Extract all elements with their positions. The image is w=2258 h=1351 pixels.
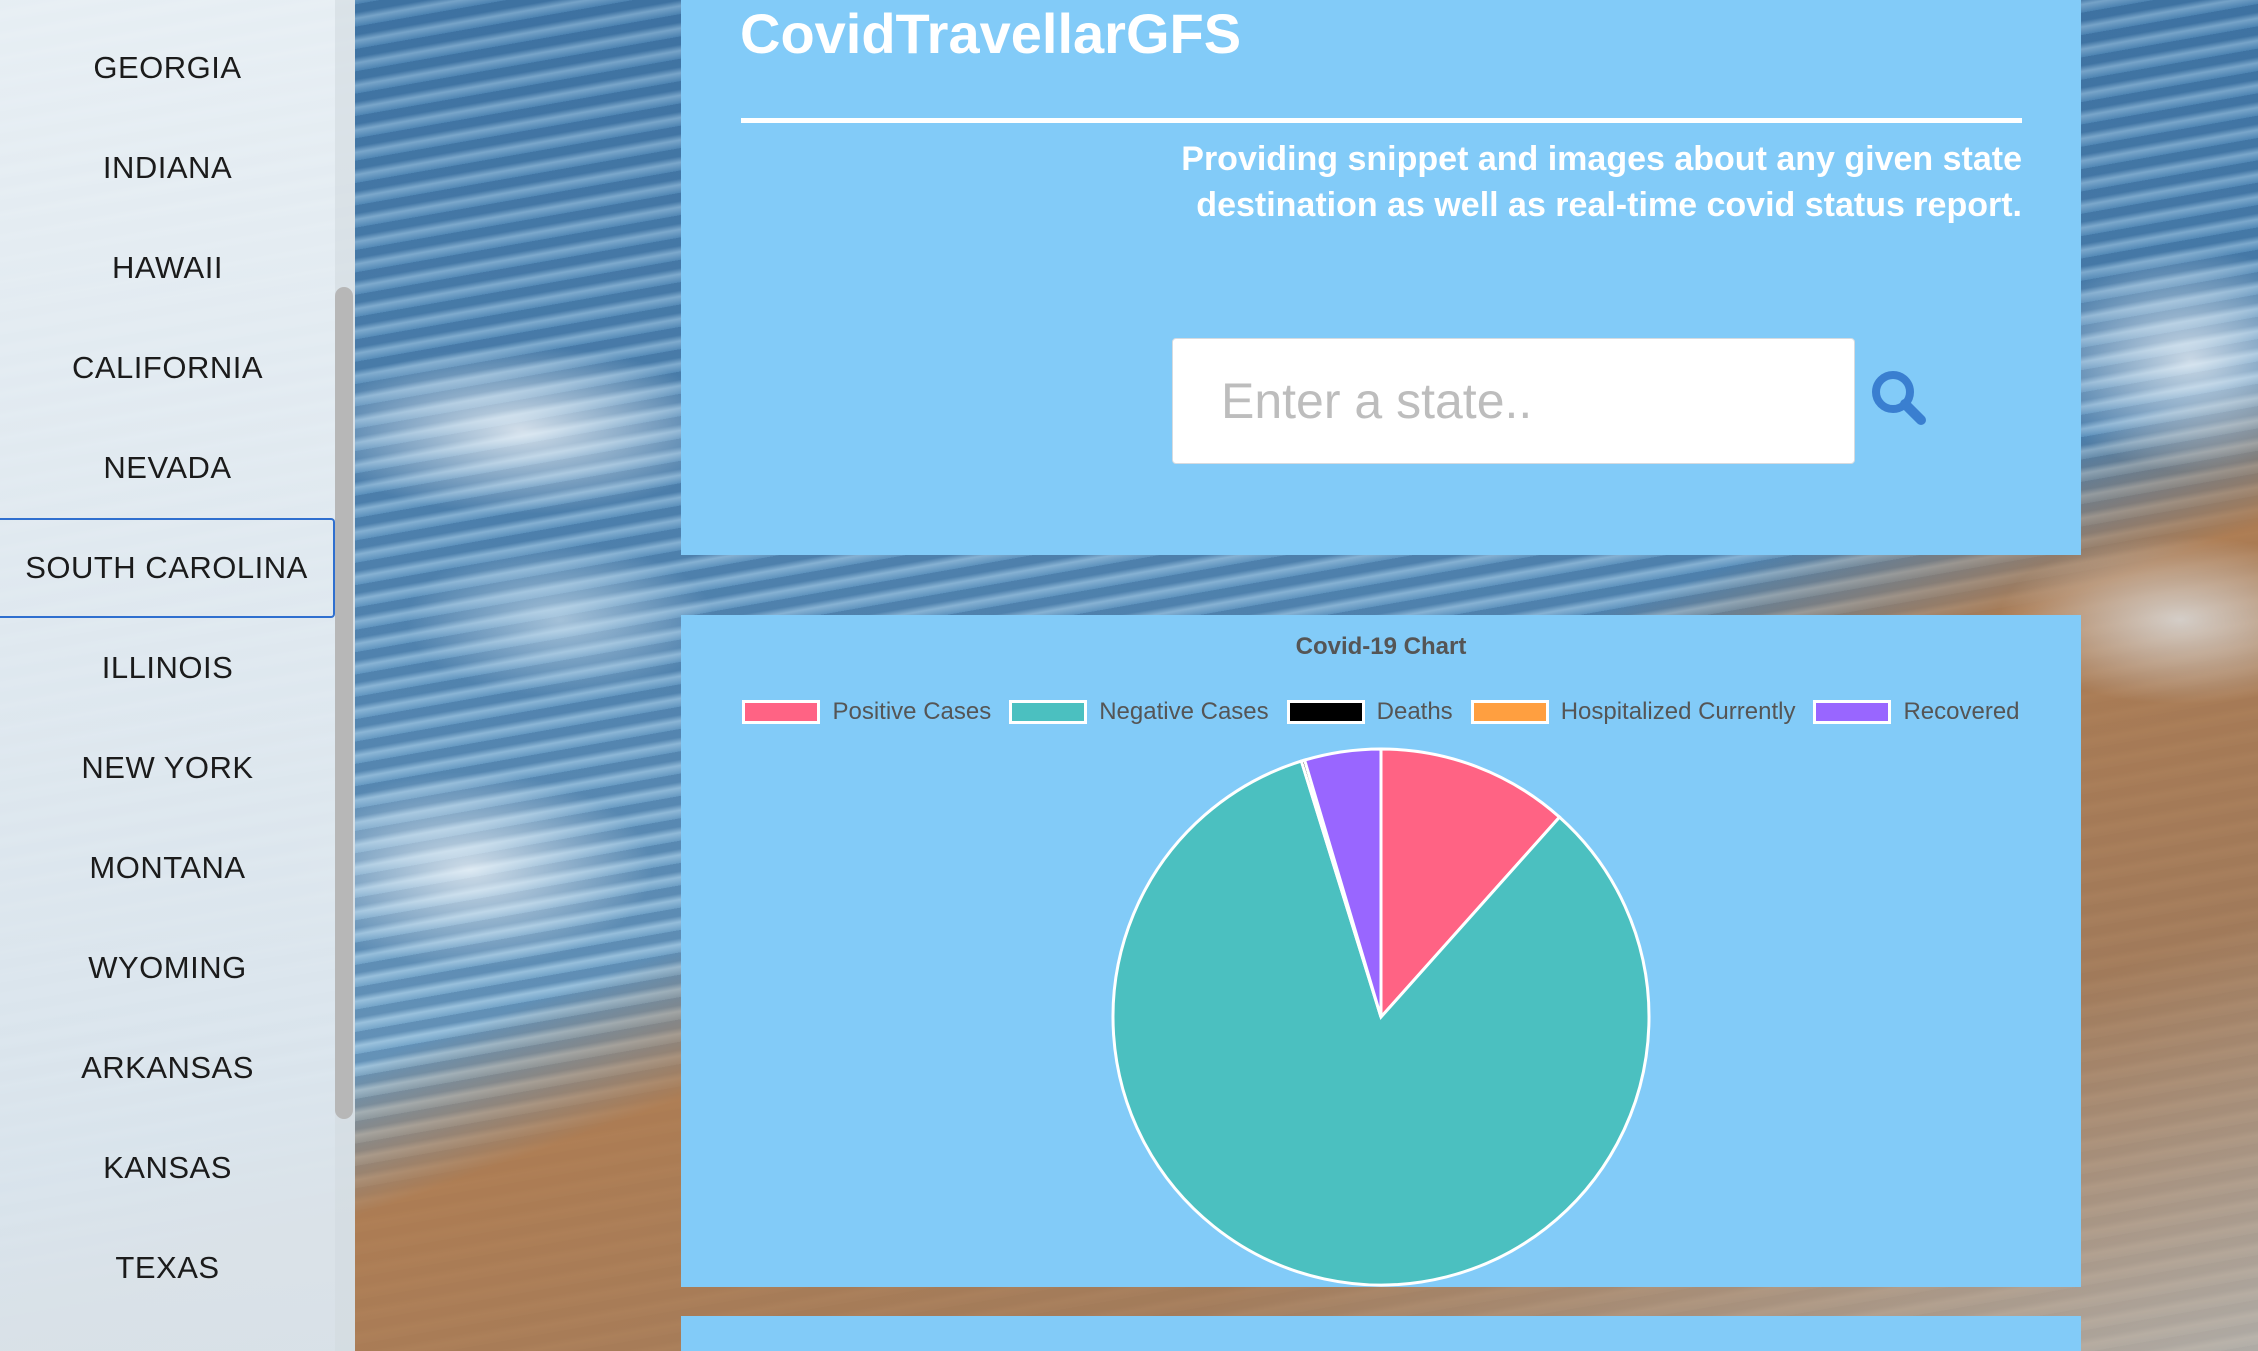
state-sidebar: GEORGIA INDIANA HAWAII CALIFORNIA NEVADA…: [0, 0, 355, 1351]
sidebar-item-new-york[interactable]: NEW YORK: [0, 718, 335, 818]
legend-label-hospitalized-currently: Hospitalized Currently: [1560, 698, 1796, 725]
legend-item-negative-cases[interactable]: Negative Cases: [1009, 698, 1269, 726]
sidebar-item-montana[interactable]: MONTANA: [0, 818, 335, 918]
legend-item-recovered[interactable]: Recovered: [1813, 698, 2020, 726]
legend-swatch-hospitalized-currently: [1470, 700, 1549, 724]
search-button[interactable]: [1865, 364, 1933, 432]
next-section-panel: [681, 1316, 2081, 1351]
sidebar-item-indiana[interactable]: INDIANA: [0, 118, 335, 218]
legend-item-positive-cases[interactable]: Positive Cases: [742, 698, 991, 726]
legend-swatch-deaths: [1286, 700, 1365, 724]
legend-swatch-positive-cases: [742, 700, 821, 724]
sidebar-scrollbar-thumb[interactable]: [335, 287, 353, 1119]
chart-legend: Positive Cases Negative Cases Deaths Hos…: [681, 698, 2081, 726]
search-icon: [1872, 371, 1926, 425]
legend-item-hospitalized-currently[interactable]: Hospitalized Currently: [1470, 698, 1796, 726]
state-search-input[interactable]: [1172, 338, 1855, 464]
legend-swatch-negative-cases: [1009, 700, 1088, 724]
state-list: GEORGIA INDIANA HAWAII CALIFORNIA NEVADA…: [0, 18, 335, 1318]
legend-label-negative-cases: Negative Cases: [1099, 698, 1269, 725]
app-title: CovidTravellarGFS: [740, 2, 1242, 65]
legend-swatch-recovered: [1813, 700, 1892, 724]
sidebar-item-kansas[interactable]: KANSAS: [0, 1118, 335, 1218]
sidebar-item-nevada[interactable]: NEVADA: [0, 418, 335, 518]
app-subtitle: Providing snippet and images about any g…: [1181, 140, 2022, 224]
legend-label-positive-cases: Positive Cases: [832, 698, 992, 725]
legend-label-recovered: Recovered: [1903, 698, 2020, 725]
covid-chart-panel: Covid-19 Chart Positive Cases Negative C…: [681, 615, 2081, 1287]
sidebar-item-texas[interactable]: TEXAS: [0, 1218, 335, 1318]
header-panel: CovidTravellarGFS Providing snippet and …: [681, 0, 2081, 555]
chart-title: Covid-19 Chart: [1295, 633, 1467, 660]
page: GEORGIA INDIANA HAWAII CALIFORNIA NEVADA…: [0, 0, 2258, 1351]
sidebar-item-arkansas[interactable]: ARKANSAS: [0, 1018, 335, 1118]
sidebar-item-wyoming[interactable]: WYOMING: [0, 918, 335, 1018]
sidebar-item-georgia[interactable]: GEORGIA: [0, 18, 335, 118]
sidebar-item-illinois[interactable]: ILLINOIS: [0, 618, 335, 718]
sidebar-item-california[interactable]: CALIFORNIA: [0, 318, 335, 418]
sidebar-item-hawaii[interactable]: HAWAII: [0, 218, 335, 318]
sidebar-item-south-carolina[interactable]: SOUTH CAROLINA: [0, 518, 335, 618]
legend-item-deaths[interactable]: Deaths: [1286, 698, 1453, 726]
title-divider: [741, 118, 2022, 123]
legend-label-deaths: Deaths: [1376, 698, 1453, 725]
